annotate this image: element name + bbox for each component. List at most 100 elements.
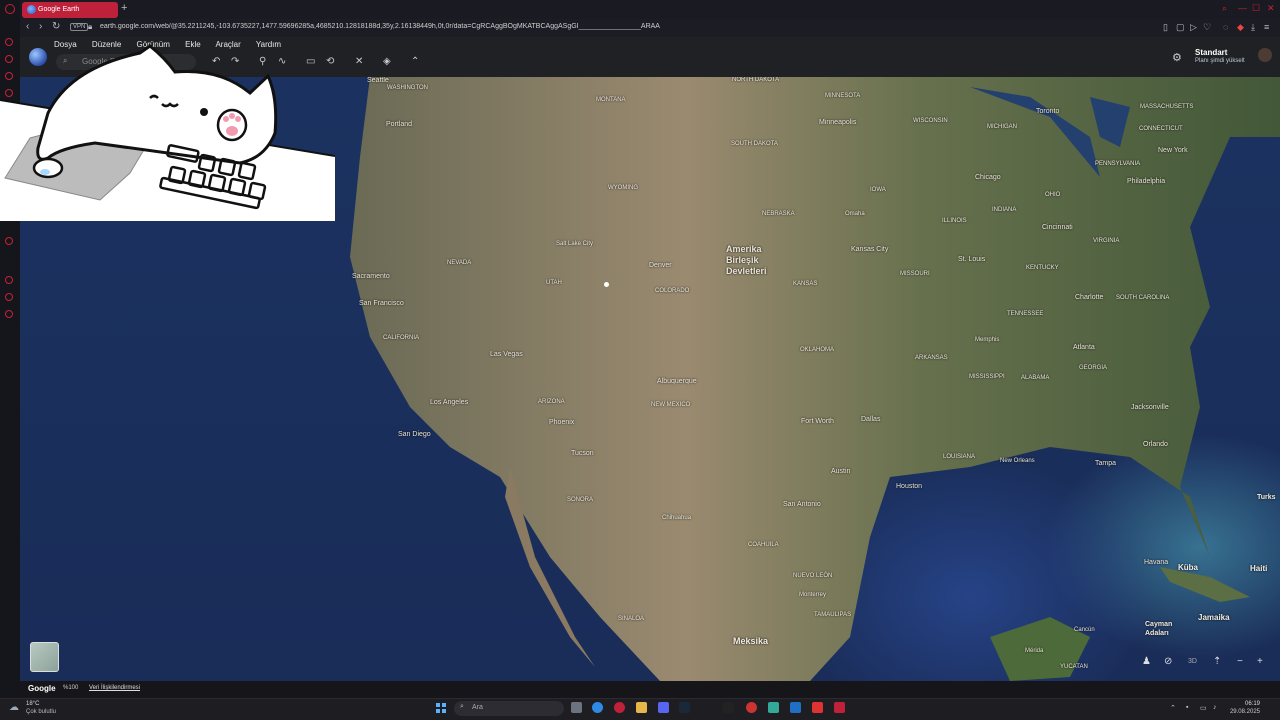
app-icon[interactable] <box>723 702 734 713</box>
state-coahuila: COAHUILA <box>748 542 779 548</box>
city-philadelphia: Philadelphia <box>1127 178 1166 185</box>
state-washington: WASHINGTON <box>387 85 429 91</box>
city-new-york: New York <box>1158 147 1188 154</box>
menu-icon[interactable]: ≡ <box>1264 22 1269 32</box>
toggle-3d-button[interactable]: 3D <box>1188 658 1197 665</box>
weather-desc[interactable]: Çok bulutlu <box>26 709 56 715</box>
extension-red-icon[interactable]: ◆ <box>1237 22 1244 33</box>
zoom-out-icon[interactable]: − <box>1237 656 1243 667</box>
state-louisiana: LOUISIANA <box>943 454 976 460</box>
city-jacksonville: Jacksonville <box>1131 404 1169 411</box>
layers-icon[interactable]: ◈ <box>383 56 391 67</box>
tray-chevron-icon[interactable]: ⌃ <box>1170 704 1176 712</box>
lock-icon[interactable]: 🔒︎ <box>88 22 92 32</box>
state-tennessee: TENNESSEE <box>1007 311 1044 317</box>
url-field[interactable]: earth.google.com/web/@35.2211245,-103.67… <box>100 23 800 30</box>
app-blue-icon[interactable] <box>790 702 801 713</box>
city-albuquerque: Albuquerque <box>657 378 697 385</box>
sidebar-pinboard-icon[interactable] <box>5 293 13 301</box>
state-california: CALIFORNIA <box>383 335 420 341</box>
city-toronto: Toronto <box>1036 108 1060 115</box>
opera-icon[interactable] <box>614 702 625 713</box>
search-tabs-icon[interactable]: ⌕ <box>1222 3 1227 14</box>
sidebar-music-icon[interactable] <box>5 237 13 245</box>
sidebar-settings-icon[interactable] <box>5 310 13 318</box>
opera-gx-icon[interactable] <box>834 702 845 713</box>
footer-scale: %100 <box>63 685 79 691</box>
land-terrain <box>350 77 1280 681</box>
projects-icon[interactable]: ✕ <box>355 56 363 67</box>
weather-temp[interactable]: 18°C <box>26 701 39 707</box>
vpn-badge[interactable]: VPN <box>70 23 89 31</box>
close-icon[interactable]: ✕ <box>1267 3 1275 14</box>
city-st-louis: St. Louis <box>958 256 986 263</box>
file-explorer-icon[interactable] <box>636 702 647 713</box>
city-salt-lake-city: Salt Lake City <box>556 241 594 247</box>
location-marker[interactable] <box>604 282 609 287</box>
settings-gear-icon[interactable]: ⚙ <box>1172 51 1182 64</box>
app-red2-icon[interactable] <box>812 702 823 713</box>
hide-view-icon[interactable]: ⊘ <box>1164 656 1172 667</box>
minimize-icon[interactable]: — <box>1238 3 1247 13</box>
data-attribution-link[interactable]: Veri İlişkilendirmesi <box>89 685 140 691</box>
earth-favicon-icon <box>27 5 36 14</box>
state-new-mexico: NEW MEXICO <box>651 402 691 408</box>
country-mexico: Meksika <box>733 636 769 646</box>
bookmark-icon[interactable]: ▯ <box>1163 22 1168 33</box>
clock-time[interactable]: 06:19 <box>1226 701 1260 707</box>
city-charlotte: Charlotte <box>1075 294 1104 301</box>
back-icon[interactable]: ‹ <box>26 21 29 32</box>
city-cancun: Cancún <box>1074 627 1095 633</box>
messenger-icon[interactable]: ◌ <box>1223 22 1228 32</box>
new-tab-button[interactable]: + <box>121 2 127 14</box>
discord-icon[interactable] <box>658 702 669 713</box>
taskview-icon[interactable] <box>571 702 582 713</box>
heart-icon[interactable]: ♡ <box>1203 22 1211 33</box>
snapshot-icon[interactable]: ▢ <box>1176 22 1185 33</box>
plan-upgrade-link[interactable]: Planı şimdi yükselt <box>1195 58 1245 64</box>
state-ohio: OHIO <box>1045 192 1061 198</box>
app-green-icon[interactable] <box>768 702 779 713</box>
download-icon[interactable]: ⤓ <box>1251 22 1255 33</box>
app-red-icon[interactable] <box>746 702 757 713</box>
country-jamaica: Jamaika <box>1198 613 1230 622</box>
tray-app-icon[interactable]: ▪ <box>1186 704 1188 711</box>
opera-logo-icon[interactable] <box>5 4 15 14</box>
city-cincinnati: Cincinnati <box>1042 224 1073 231</box>
state-nuevo-leon: NUEVO LEÓN <box>793 573 833 579</box>
city-omaha: Omaha <box>845 211 865 217</box>
city-kansas-city: Kansas City <box>851 246 889 253</box>
collapse-icon[interactable]: ⌃ <box>411 56 419 67</box>
sidebar-history-icon[interactable] <box>5 276 13 284</box>
zoom-in-icon[interactable]: + <box>1257 656 1263 667</box>
clock-date[interactable]: 29.08.2025 <box>1226 709 1260 715</box>
city-san-antonio: San Antonio <box>783 501 821 508</box>
city-merida: Mérida <box>1025 648 1044 654</box>
tab-google-earth[interactable]: Google Earth <box>22 2 118 18</box>
start-button[interactable] <box>436 703 446 713</box>
map-style-thumbnail[interactable] <box>30 642 59 672</box>
network-icon[interactable]: ▭ <box>1200 704 1207 712</box>
state-nevada: NEVADA <box>447 260 472 266</box>
compass-icon[interactable]: ⇡ <box>1213 656 1221 667</box>
state-utah: UTAH <box>546 280 562 286</box>
edge-icon[interactable] <box>592 702 603 713</box>
volume-icon[interactable]: ♪ <box>1213 704 1217 711</box>
state-sonora: SONORA <box>567 497 594 503</box>
city-san-francisco: San Francisco <box>359 300 404 307</box>
pegman-icon[interactable]: ♟ <box>1142 656 1151 667</box>
city-chicago: Chicago <box>975 174 1001 181</box>
search-icon: ⌕ <box>460 703 464 710</box>
state-kansas: KANSAS <box>793 281 818 287</box>
forward-icon[interactable]: › <box>39 21 42 32</box>
maximize-icon[interactable]: ☐ <box>1252 3 1260 14</box>
country-usa: Amerika Birleşik Devletleri <box>726 244 767 276</box>
reload-icon[interactable]: ↻ <box>52 21 60 32</box>
player-icon[interactable]: ▷ <box>1190 22 1197 33</box>
avatar[interactable] <box>1258 48 1272 62</box>
taskbar-search[interactable]: Ara <box>454 701 564 716</box>
cloud-icon[interactable]: ☁ <box>9 702 19 713</box>
steam-icon[interactable] <box>679 702 690 713</box>
city-los-angeles: Los Angeles <box>430 399 469 406</box>
city-portland: Portland <box>386 121 413 128</box>
